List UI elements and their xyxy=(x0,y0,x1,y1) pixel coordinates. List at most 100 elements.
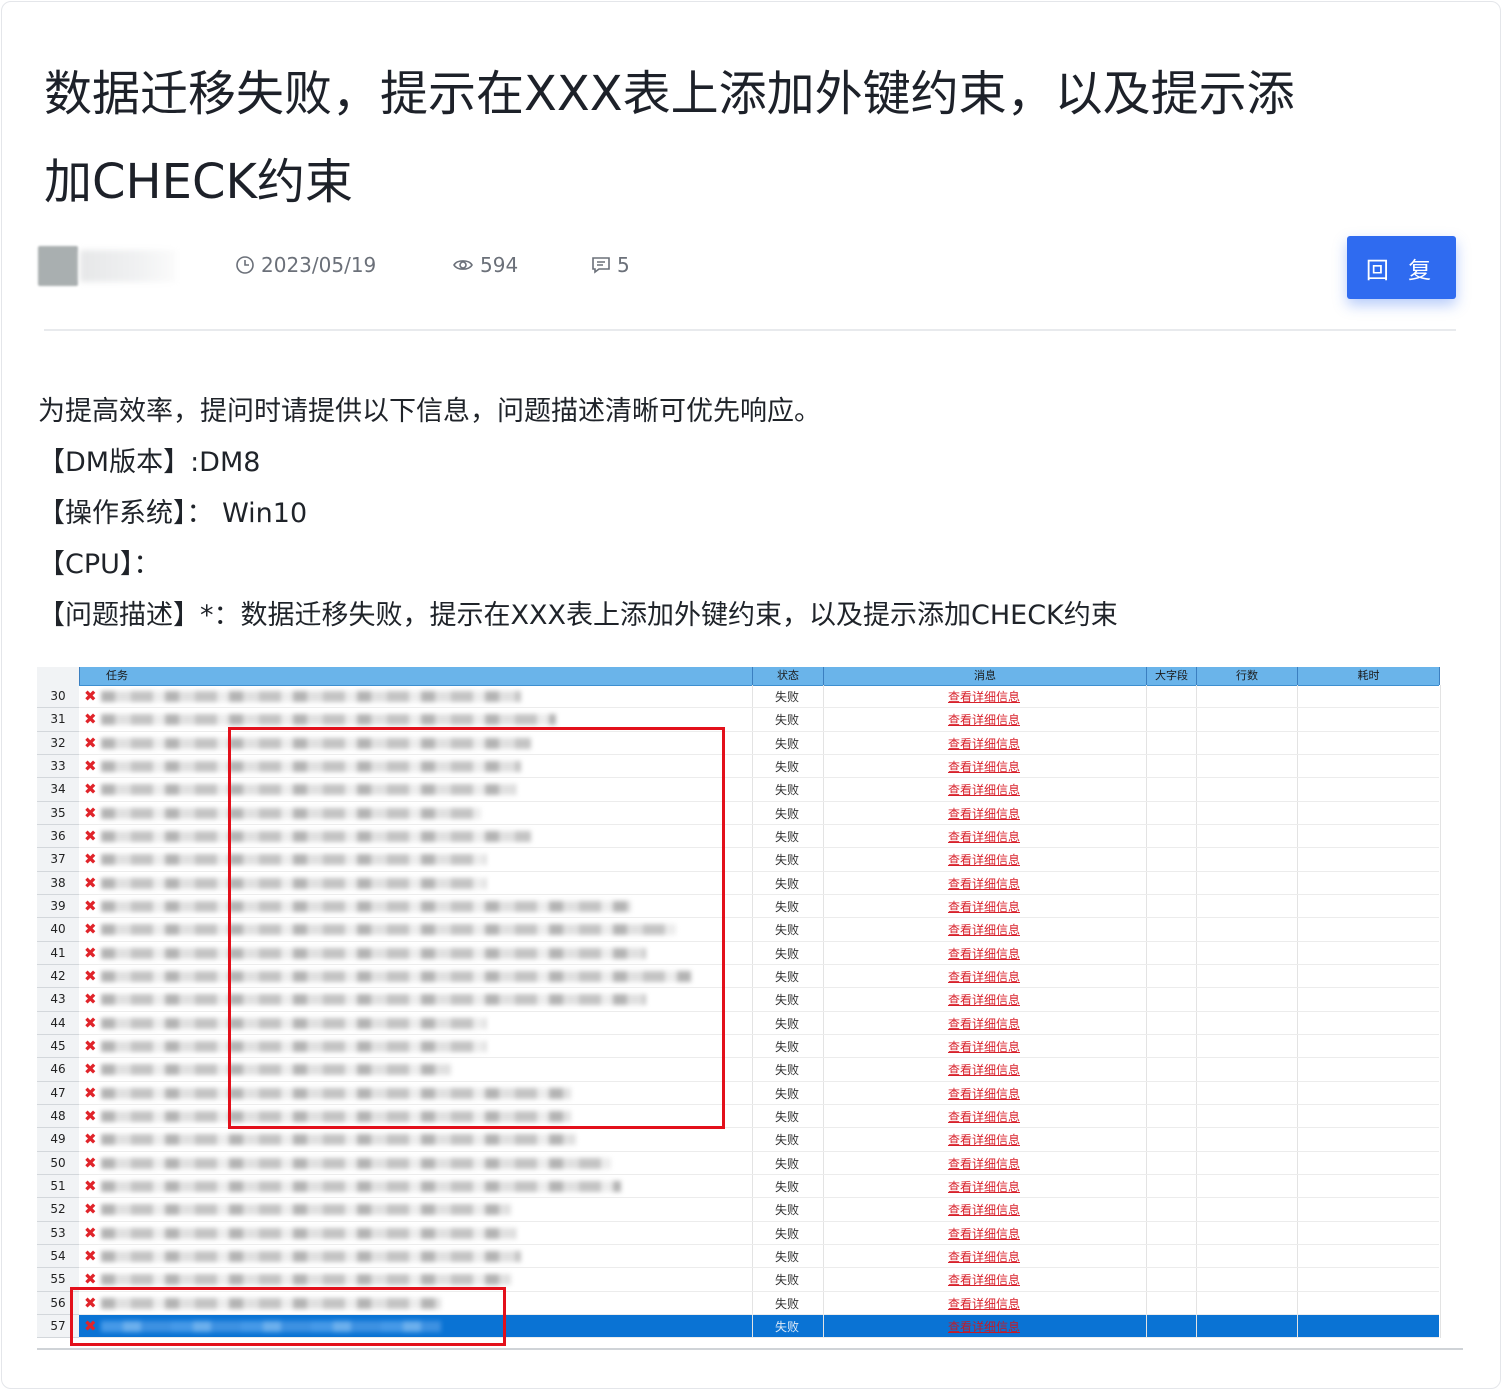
column-divider xyxy=(823,848,824,872)
column-header-rows[interactable]: 行数 xyxy=(1196,667,1297,685)
view-details-link[interactable]: 查看详细信息 xyxy=(823,895,1145,918)
table-row[interactable]: 40 ✖ 失败 查看详细信息 xyxy=(37,918,1463,942)
column-divider xyxy=(1440,685,1441,709)
table-row[interactable]: 33 ✖ 失败 查看详细信息 xyxy=(37,754,1463,779)
table-row[interactable]: 47 ✖ 失败 查看详细信息 xyxy=(37,1081,1463,1105)
column-divider xyxy=(752,1244,753,1269)
column-divider xyxy=(1146,1198,1147,1222)
eye-icon xyxy=(453,260,473,270)
view-details-link[interactable]: 查看详细信息 xyxy=(823,1128,1145,1151)
row-number: 40 xyxy=(37,918,79,942)
view-details-link[interactable]: 查看详细信息 xyxy=(823,848,1145,871)
view-details-link[interactable]: 查看详细信息 xyxy=(823,1105,1145,1128)
task-name-blurred xyxy=(101,807,481,819)
column-header-status[interactable]: 状态 xyxy=(752,667,823,685)
table-row[interactable]: 43 ✖ 失败 查看详细信息 xyxy=(37,988,1463,1012)
error-x-icon: ✖ xyxy=(84,1176,97,1195)
view-details-link[interactable]: 查看详细信息 xyxy=(823,1222,1145,1245)
column-divider xyxy=(1440,801,1441,825)
table-row[interactable]: 38 ✖ 失败 查看详细信息 xyxy=(37,871,1463,895)
view-details-link[interactable]: 查看详细信息 xyxy=(823,685,1145,708)
column-divider xyxy=(823,1128,824,1152)
post-meta: 2023/05/19 594 5 xyxy=(0,238,1504,298)
column-divider xyxy=(823,1034,824,1059)
column-divider xyxy=(1440,1268,1441,1292)
view-details-link[interactable]: 查看详细信息 xyxy=(823,755,1145,778)
table-row[interactable]: 30 ✖ 失败 查看详细信息 xyxy=(37,685,1463,709)
view-details-link[interactable]: 查看详细信息 xyxy=(823,1292,1145,1315)
table-row[interactable]: 37 ✖ 失败 查看详细信息 xyxy=(37,848,1463,872)
column-divider xyxy=(1146,1268,1147,1292)
status-cell: 失败 xyxy=(774,1226,799,1241)
column-divider xyxy=(1440,1081,1441,1105)
view-details-link[interactable]: 查看详细信息 xyxy=(823,988,1145,1011)
column-divider xyxy=(752,1268,753,1292)
table-row[interactable]: 50 ✖ 失败 查看详细信息 xyxy=(37,1151,1463,1175)
table-row[interactable]: 44 ✖ 失败 查看详细信息 xyxy=(37,1011,1463,1035)
view-details-link[interactable]: 查看详细信息 xyxy=(823,732,1145,755)
view-details-link[interactable]: 查看详细信息 xyxy=(823,1035,1145,1058)
column-header-task[interactable]: 任务 xyxy=(79,667,752,685)
view-details-link[interactable]: 查看详细信息 xyxy=(823,1058,1145,1081)
error-x-icon: ✖ xyxy=(84,826,97,845)
view-details-link[interactable]: 查看详细信息 xyxy=(823,802,1145,825)
status-cell: 失败 xyxy=(774,760,799,775)
view-details-link[interactable]: 查看详细信息 xyxy=(823,1315,1145,1338)
column-divider xyxy=(1196,1011,1197,1035)
view-details-link[interactable]: 查看详细信息 xyxy=(823,942,1145,965)
table-row[interactable]: 41 ✖ 失败 查看详细信息 xyxy=(37,941,1463,965)
author-name-blurred[interactable] xyxy=(80,250,176,282)
post-body: 为提高效率，提问时请提供以下信息，问题描述清晰可优先响应。 【DM版本】:DM8… xyxy=(38,386,1458,641)
table-row[interactable]: 55 ✖ 失败 查看详细信息 xyxy=(37,1268,1463,1292)
table-row[interactable]: 39 ✖ 失败 查看详细信息 xyxy=(37,894,1463,919)
table-row[interactable]: 45 ✖ 失败 查看详细信息 xyxy=(37,1034,1463,1059)
view-details-link[interactable]: 查看详细信息 xyxy=(823,1175,1145,1198)
table-row[interactable]: 48 ✖ 失败 查看详细信息 xyxy=(37,1104,1463,1129)
column-divider xyxy=(1297,1198,1298,1222)
view-details-link[interactable]: 查看详细信息 xyxy=(823,1268,1145,1291)
view-details-link[interactable]: 查看详细信息 xyxy=(823,965,1145,988)
table-row[interactable]: 35 ✖ 失败 查看详细信息 xyxy=(37,801,1463,825)
table-row-selected[interactable]: 57 ✖ 失败 查看详细信息 xyxy=(37,1314,1463,1339)
column-divider xyxy=(823,988,824,1012)
view-details-link[interactable]: 查看详细信息 xyxy=(823,1082,1145,1105)
column-divider xyxy=(823,824,824,849)
column-divider xyxy=(1440,1221,1441,1245)
table-row[interactable]: 32 ✖ 失败 查看详细信息 xyxy=(37,731,1463,755)
table-row[interactable]: 49 ✖ 失败 查看详细信息 xyxy=(37,1128,1463,1152)
column-divider xyxy=(823,964,824,989)
view-details-link[interactable]: 查看详细信息 xyxy=(823,825,1145,848)
divider xyxy=(44,329,1456,331)
migration-task-table-screenshot: 任务 状态 消息 大字段 行数 耗时 30 ✖ 失败 查看详细信息 31 ✖ 失败 查看详细信… xyxy=(37,667,1463,1350)
view-details-link[interactable]: 查看详细信息 xyxy=(823,1012,1145,1035)
column-header-duration[interactable]: 耗时 xyxy=(1297,667,1440,685)
column-divider xyxy=(1297,1081,1298,1105)
table-row[interactable]: 34 ✖ 失败 查看详细信息 xyxy=(37,778,1463,802)
table-row[interactable]: 46 ✖ 失败 查看详细信息 xyxy=(37,1058,1463,1082)
reply-button[interactable]: 回 复 xyxy=(1347,236,1456,299)
avatar[interactable] xyxy=(38,246,78,286)
column-divider xyxy=(752,754,753,779)
status-cell: 失败 xyxy=(774,830,799,845)
table-row[interactable]: 54 ✖ 失败 查看详细信息 xyxy=(37,1244,1463,1269)
table-row[interactable]: 42 ✖ 失败 查看详细信息 xyxy=(37,964,1463,989)
view-details-link[interactable]: 查看详细信息 xyxy=(823,872,1145,895)
view-details-link[interactable]: 查看详细信息 xyxy=(823,778,1145,801)
table-row[interactable]: 51 ✖ 失败 查看详细信息 xyxy=(37,1174,1463,1199)
row-divider xyxy=(79,1337,1439,1339)
view-details-link[interactable]: 查看详细信息 xyxy=(823,708,1145,731)
table-header: 任务 状态 消息 大字段 行数 耗时 xyxy=(37,667,1463,686)
column-divider xyxy=(823,1011,824,1035)
column-divider xyxy=(1440,1034,1441,1059)
view-details-link[interactable]: 查看详细信息 xyxy=(823,1152,1145,1175)
view-details-link[interactable]: 查看详细信息 xyxy=(823,918,1145,941)
column-header-lob[interactable]: 大字段 xyxy=(1146,667,1196,685)
table-row[interactable]: 53 ✖ 失败 查看详细信息 xyxy=(37,1221,1463,1245)
table-row[interactable]: 36 ✖ 失败 查看详细信息 xyxy=(37,824,1463,849)
view-details-link[interactable]: 查看详细信息 xyxy=(823,1198,1145,1221)
table-row[interactable]: 56 ✖ 失败 查看详细信息 xyxy=(37,1291,1463,1315)
table-row[interactable]: 31 ✖ 失败 查看详细信息 xyxy=(37,708,1463,732)
view-details-link[interactable]: 查看详细信息 xyxy=(823,1245,1145,1268)
table-row[interactable]: 52 ✖ 失败 查看详细信息 xyxy=(37,1198,1463,1222)
column-header-message[interactable]: 消息 xyxy=(823,667,1146,685)
